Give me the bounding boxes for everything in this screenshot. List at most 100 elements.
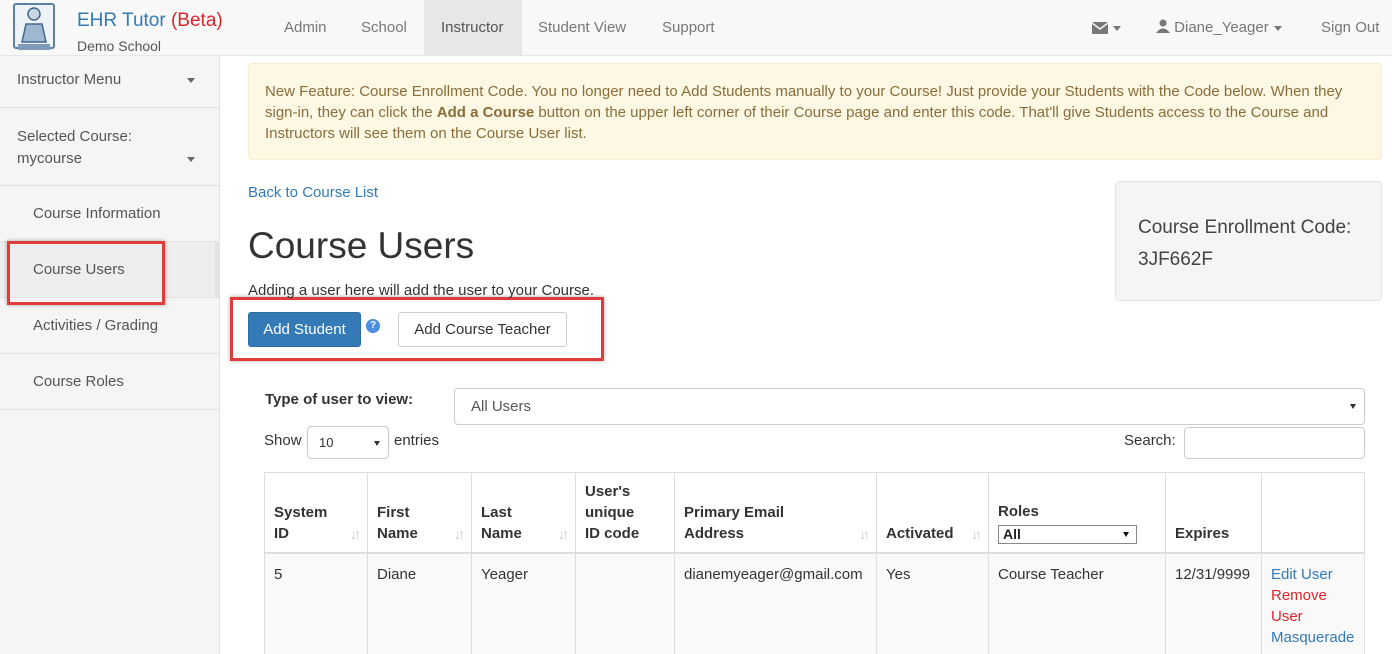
sort-arrows-icon: ↓↑ — [454, 526, 465, 542]
enrollment-code-panel: Course Enrollment Code: 3JF662F — [1115, 181, 1382, 301]
header-roles: Roles All — [989, 473, 1166, 553]
header-expires: Expires — [1166, 473, 1262, 553]
header-first-name[interactable]: First Name ↓↑ — [368, 473, 472, 553]
brand-title[interactable]: EHR Tutor (Beta) — [77, 10, 223, 32]
ehr-tutor-logo-icon[interactable] — [12, 2, 56, 54]
user-name: Diane_Yeager — [1174, 19, 1269, 36]
header-label: Activated — [886, 525, 954, 542]
cell-first-name: Diane — [368, 554, 472, 654]
highlight-course-users — [7, 241, 165, 305]
page-subtext: Adding a user here will add the user to … — [248, 282, 595, 299]
school-name: Demo School — [77, 38, 162, 54]
sort-arrows-icon: ↓↑ — [350, 526, 361, 542]
cell-expires: 12/31/9999 — [1166, 554, 1262, 654]
header-label: ID — [274, 525, 289, 542]
nav-student-view[interactable]: Student View — [521, 0, 643, 55]
table-row: 5 Diane Yeager dianemyeager@gmail.com Ye… — [264, 554, 1365, 654]
remove-user-link[interactable]: Remove User — [1271, 585, 1357, 627]
user-icon — [1156, 19, 1170, 33]
cell-roles: Course Teacher — [989, 554, 1166, 654]
table-header-row: System ID ↓↑ First Name ↓↑ Last Name ↓↑ Use… — [264, 472, 1365, 554]
enrollment-code-value: 3JF662F — [1138, 249, 1213, 270]
add-course-teacher-button[interactable]: Add Course Teacher — [398, 312, 567, 347]
sort-arrows-icon: ↓↑ — [859, 526, 870, 542]
top-navbar: EHR Tutor (Beta) Demo School Admin Schoo… — [0, 0, 1392, 56]
nav-instructor[interactable]: Instructor — [424, 0, 522, 55]
header-label: Name — [481, 525, 522, 542]
entries-label: entries — [394, 432, 440, 449]
cell-last-name: Yeager — [472, 554, 576, 654]
user-type-filter-value: All Users — [471, 398, 532, 415]
chevron-down-icon — [1113, 25, 1121, 31]
user-dropdown[interactable]: Diane_Yeager — [1156, 0, 1282, 55]
header-label: First — [377, 504, 410, 521]
chevron-down-icon — [1273, 25, 1282, 31]
header-label: unique — [585, 504, 635, 521]
selected-course-toggle[interactable]: Selected Course: mycourse — [0, 108, 219, 186]
show-entries-label: Show — [264, 432, 302, 449]
remove-user-label: Remove — [1271, 587, 1327, 604]
cell-actions: Edit User Remove User Masquerade — [1262, 554, 1366, 654]
header-label: Name — [377, 525, 418, 542]
question-circle-icon[interactable]: ? — [366, 319, 380, 333]
header-label: Last — [481, 504, 512, 521]
chevron-down-icon — [187, 78, 195, 83]
chevron-down-icon — [1350, 404, 1356, 409]
header-unique-id-code: User's unique ID code — [576, 473, 675, 553]
nav-school[interactable]: School — [344, 0, 424, 55]
page-title: Course Users — [248, 225, 475, 266]
instructor-menu-label: Instructor Menu — [17, 71, 122, 88]
sidebar-item-course-roles[interactable]: Course Roles — [0, 354, 219, 410]
chevron-down-icon — [374, 441, 380, 446]
remove-user-label: User — [1271, 608, 1303, 625]
header-system-id[interactable]: System ID ↓↑ — [265, 473, 368, 553]
instructor-menu-toggle[interactable]: Instructor Menu — [0, 56, 219, 108]
header-email[interactable]: Primary Email Address ↓↑ — [675, 473, 877, 553]
sidebar-scroll-indicator — [215, 242, 220, 298]
sort-arrows-icon: ↓↑ — [971, 526, 982, 542]
brand-name: EHR Tutor — [77, 10, 166, 31]
cell-activated: Yes — [877, 554, 989, 654]
header-label: Address — [684, 525, 745, 542]
header-label: User's — [585, 483, 631, 500]
cell-system-id: 5 — [265, 554, 368, 654]
sign-out-link[interactable]: Sign Out — [1321, 0, 1379, 55]
new-feature-alert: New Feature: Course Enrollment Code. You… — [248, 63, 1382, 160]
add-student-button[interactable]: Add Student — [248, 312, 361, 347]
header-label: Roles — [998, 503, 1039, 520]
search-input[interactable] — [1184, 427, 1365, 459]
chevron-down-icon — [187, 157, 195, 162]
masquerade-link[interactable]: Masquerade — [1271, 627, 1357, 648]
chevron-down-icon — [1123, 532, 1129, 537]
user-type-filter-select[interactable]: All Users — [454, 388, 1365, 425]
header-last-name[interactable]: Last Name ↓↑ — [472, 473, 576, 553]
sidebar-item-course-information[interactable]: Course Information — [0, 186, 219, 242]
mail-dropdown[interactable] — [1091, 0, 1121, 55]
sort-arrows-icon: ↓↑ — [558, 526, 569, 542]
cell-email: dianemyeager@gmail.com — [675, 554, 877, 654]
roles-filter-value: All — [1003, 526, 1021, 542]
roles-filter-select[interactable]: All — [998, 525, 1137, 544]
enrollment-code-label: Course Enrollment Code: — [1138, 217, 1352, 238]
nav-admin[interactable]: Admin — [267, 0, 344, 55]
entries-per-page-value: 10 — [319, 435, 334, 450]
entries-per-page-select[interactable]: 10 — [307, 426, 389, 459]
sidebar-item-activities-grading[interactable]: Activities / Grading — [0, 298, 219, 354]
header-label: ID code — [585, 525, 640, 542]
header-label: Primary Email — [684, 504, 785, 521]
alert-bold-text: Add a Course — [436, 104, 535, 121]
back-to-course-list-link[interactable]: Back to Course List — [248, 184, 378, 201]
header-label: System — [274, 504, 328, 521]
cell-unique-code — [576, 554, 675, 654]
instructor-sidebar: Instructor Menu Selected Course: mycours… — [0, 56, 220, 654]
user-type-filter-label: Type of user to view: — [265, 391, 414, 408]
header-activated[interactable]: Activated ↓↑ — [877, 473, 989, 553]
search-label: Search: — [1124, 432, 1176, 449]
header-actions — [1262, 473, 1366, 553]
header-label: Expires — [1175, 525, 1230, 542]
nav-support[interactable]: Support — [645, 0, 732, 55]
edit-user-link[interactable]: Edit User — [1271, 564, 1357, 585]
selected-course-label: Selected Course: — [17, 128, 133, 145]
beta-label: (Beta) — [170, 10, 223, 31]
envelope-icon — [1091, 22, 1109, 35]
